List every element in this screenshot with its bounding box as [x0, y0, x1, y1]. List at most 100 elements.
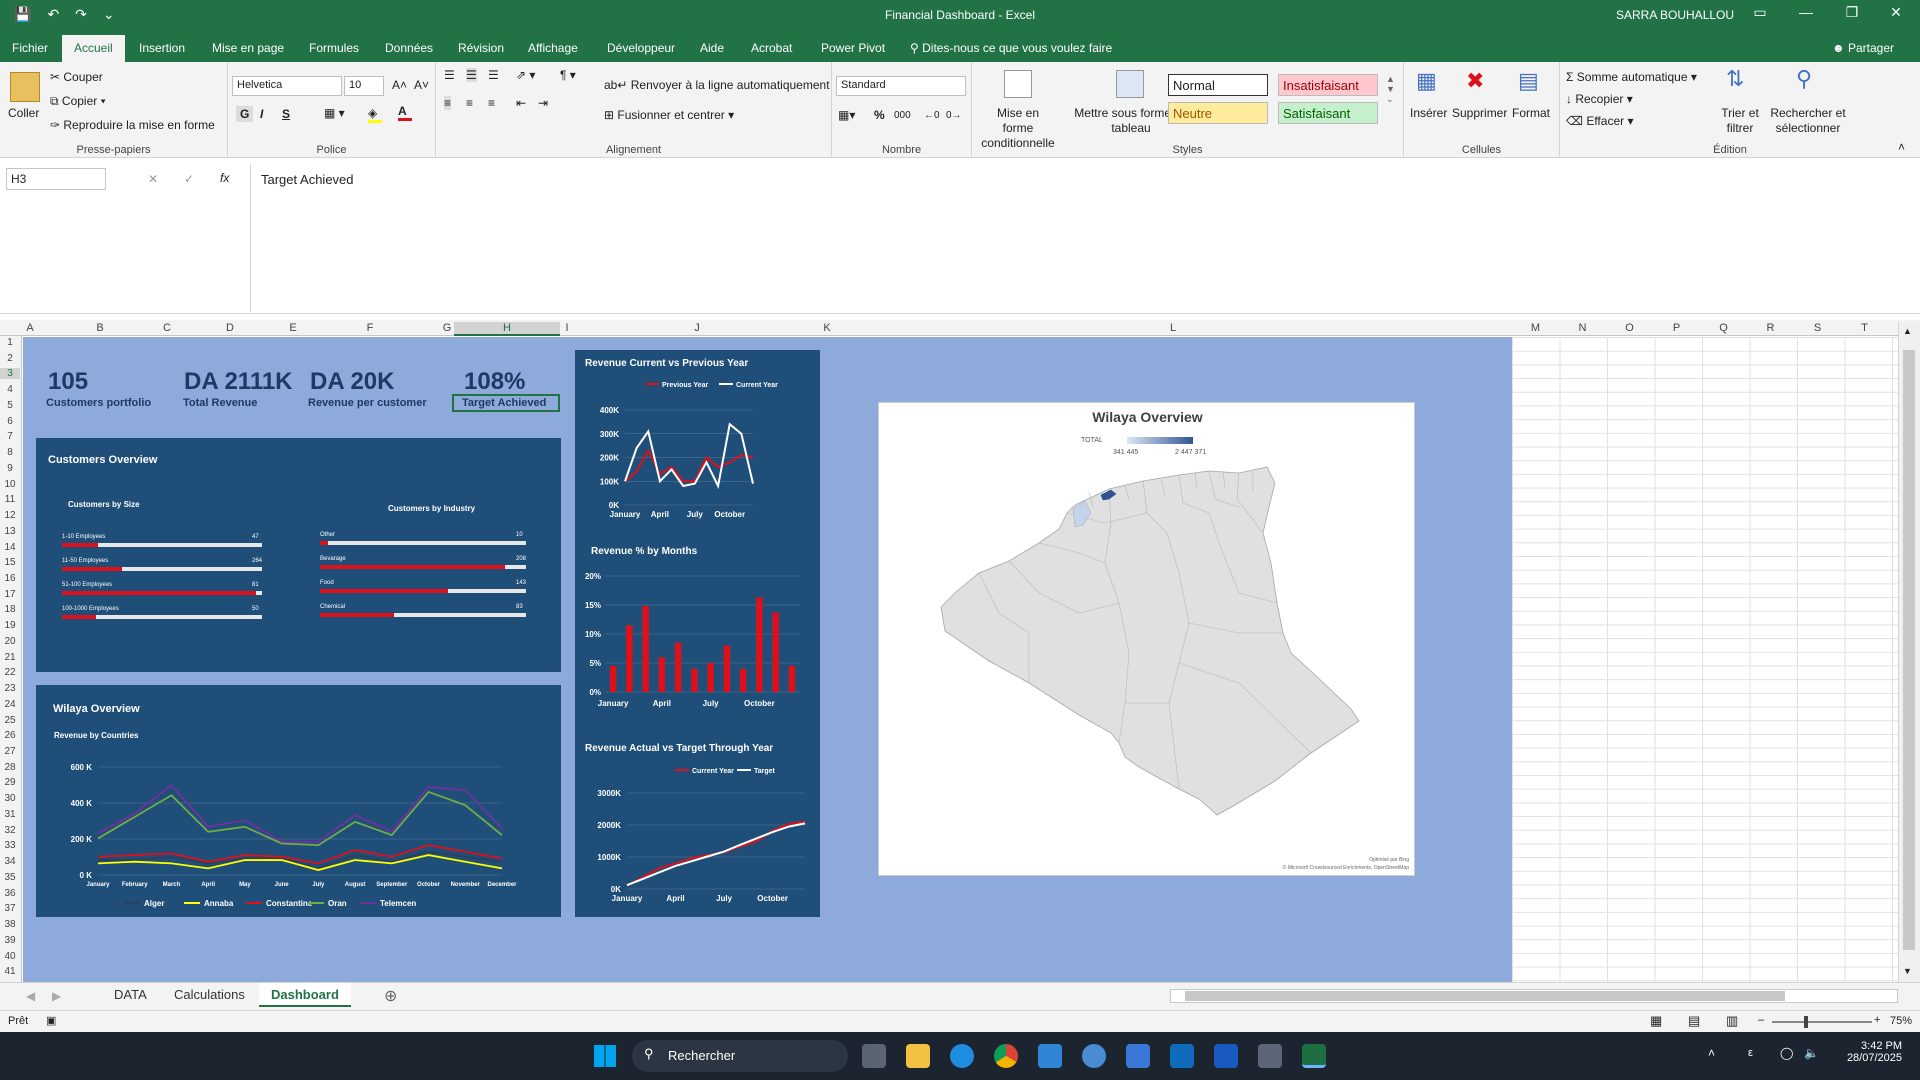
- borders-icon[interactable]: ▦ ▾: [324, 106, 345, 120]
- zoom-slider[interactable]: [1772, 1016, 1872, 1028]
- find-icon[interactable]: ⚲: [1796, 66, 1812, 92]
- column-header[interactable]: K: [820, 322, 834, 334]
- column-header[interactable]: T: [1841, 322, 1888, 334]
- bar-fill[interactable]: [320, 541, 329, 545]
- tab-aide[interactable]: Aide: [700, 41, 724, 55]
- column-header[interactable]: A: [24, 322, 36, 334]
- tab-acrobat[interactable]: Acrobat: [751, 41, 792, 55]
- row-header[interactable]: 37: [0, 903, 20, 914]
- row-header[interactable]: 25: [0, 715, 20, 726]
- kpi-revenue-label[interactable]: Total Revenue: [183, 397, 257, 409]
- column-header[interactable]: B: [40, 322, 160, 334]
- clear-button[interactable]: ⌫ Effacer ▾: [1566, 114, 1633, 128]
- format-table-icon[interactable]: [1116, 70, 1144, 98]
- cut-button[interactable]: ✂ Couper: [50, 70, 103, 84]
- task-view-icon[interactable]: [862, 1044, 886, 1068]
- kpi-rev-per-customer-label[interactable]: Revenue per customer: [308, 397, 427, 409]
- row-header[interactable]: 24: [0, 699, 20, 710]
- kpi-customers-value[interactable]: 105: [48, 368, 88, 396]
- share-button[interactable]: ☻ Partager: [1832, 41, 1894, 55]
- ribbon-display-icon[interactable]: ▭: [1740, 4, 1780, 21]
- decrease-indent-icon[interactable]: ⇤: [516, 96, 526, 110]
- column-header[interactable]: N: [1559, 322, 1606, 334]
- close-button[interactable]: ✕: [1876, 4, 1916, 21]
- sheet-tab-calculations[interactable]: Calculations: [162, 983, 257, 1007]
- underline-button[interactable]: S: [282, 107, 290, 121]
- row-header[interactable]: 27: [0, 746, 20, 757]
- row-header[interactable]: 17: [0, 589, 20, 600]
- row-header[interactable]: 41: [0, 966, 20, 977]
- row-header[interactable]: 40: [0, 951, 20, 962]
- thousands-icon[interactable]: 000: [894, 110, 911, 121]
- style-bad[interactable]: Insatisfaisant: [1278, 74, 1378, 96]
- format-painter-button[interactable]: ✑ Reproduire la mise en forme: [50, 118, 215, 132]
- column-header[interactable]: P: [1653, 322, 1700, 334]
- decrease-decimal-icon[interactable]: 0→: [946, 110, 962, 121]
- zoom-in-icon[interactable]: +: [1874, 1014, 1880, 1026]
- bar-fill[interactable]: [62, 567, 122, 571]
- sheet-tab-data[interactable]: DATA: [102, 983, 159, 1007]
- row-header[interactable]: 6: [0, 416, 20, 427]
- row-header[interactable]: 32: [0, 825, 20, 836]
- column-header[interactable]: F: [300, 322, 440, 334]
- orientation-icon[interactable]: ⇗ ▾: [516, 68, 535, 82]
- network-icon[interactable]: ◯: [1780, 1046, 1793, 1060]
- zoom-thumb[interactable]: [1804, 1016, 1808, 1028]
- row-header[interactable]: 9: [0, 463, 20, 474]
- format-button[interactable]: Format: [1512, 106, 1550, 120]
- column-header[interactable]: C: [160, 322, 174, 334]
- style-neutral[interactable]: Neutre: [1168, 102, 1268, 124]
- hscroll-thumb[interactable]: [1185, 991, 1785, 1001]
- prev-sheet-icon[interactable]: ◀: [26, 989, 35, 1003]
- language-indicator[interactable]: ε: [1748, 1047, 1753, 1059]
- bar-fill[interactable]: [62, 591, 256, 595]
- align-bottom-icon[interactable]: ☰: [488, 68, 499, 82]
- row-header[interactable]: 26: [0, 730, 20, 741]
- column-header[interactable]: J: [574, 322, 820, 334]
- kpi-target-label-selected-cell[interactable]: Target Achieved: [452, 394, 560, 412]
- row-header[interactable]: 15: [0, 557, 20, 568]
- italic-button[interactable]: I: [260, 107, 263, 121]
- bar-fill[interactable]: [62, 615, 96, 619]
- add-sheet-icon[interactable]: ⊕: [384, 986, 397, 1006]
- customers-overview-panel[interactable]: Customers Overview Customers by Size Cus…: [36, 438, 561, 672]
- horizontal-scrollbar[interactable]: [1170, 989, 1898, 1003]
- row-header[interactable]: 29: [0, 777, 20, 788]
- cancel-formula-icon[interactable]: ✕: [148, 172, 158, 186]
- delete-button[interactable]: Supprimer: [1452, 106, 1507, 120]
- settings-gear-icon[interactable]: [1082, 1044, 1106, 1068]
- taskbar-search[interactable]: ⚲ Rechercher: [632, 1040, 848, 1072]
- row-header[interactable]: 19: [0, 620, 20, 631]
- file-explorer-icon[interactable]: [906, 1044, 930, 1068]
- scroll-up-icon[interactable]: ▲: [1903, 326, 1912, 336]
- tab-affichage[interactable]: Affichage: [528, 41, 578, 55]
- normal-view-icon[interactable]: ▦: [1650, 1013, 1662, 1029]
- format-cells-icon[interactable]: ▤: [1518, 68, 1539, 94]
- column-header[interactable]: O: [1606, 322, 1653, 334]
- row-header[interactable]: 30: [0, 793, 20, 804]
- row-header[interactable]: 35: [0, 872, 20, 883]
- page-break-icon[interactable]: ▥: [1726, 1013, 1738, 1029]
- increase-decimal-icon[interactable]: ←0: [924, 110, 940, 121]
- row-header[interactable]: 36: [0, 888, 20, 899]
- merge-center-button[interactable]: ⊞ Fusionner et centrer ▾: [604, 108, 734, 122]
- chrome-icon[interactable]: [994, 1044, 1018, 1068]
- row-header[interactable]: 21: [0, 652, 20, 663]
- algeria-shape[interactable]: [940, 466, 1360, 816]
- tab-donnees[interactable]: Données: [385, 41, 433, 55]
- bold-button[interactable]: G: [236, 106, 254, 122]
- row-header[interactable]: 3: [0, 368, 20, 380]
- zoom-out-icon[interactable]: –: [1758, 1014, 1764, 1026]
- store-icon[interactable]: [1126, 1044, 1150, 1068]
- shrink-font-icon[interactable]: A˅: [414, 78, 429, 92]
- volume-icon[interactable]: 🔈: [1804, 1046, 1819, 1060]
- accounting-icon[interactable]: ▦▾: [838, 108, 855, 122]
- column-header-selected[interactable]: H: [454, 322, 560, 336]
- row-header[interactable]: 16: [0, 573, 20, 584]
- tab-insertion[interactable]: Insertion: [139, 41, 185, 55]
- align-center-icon[interactable]: ≡: [466, 96, 473, 110]
- row-header[interactable]: 11: [0, 494, 20, 505]
- align-right-icon[interactable]: ≡: [488, 96, 495, 110]
- copy-button[interactable]: ⧉ Copier ▾: [50, 94, 106, 109]
- vertical-scrollbar[interactable]: ▲ ▼: [1898, 322, 1920, 982]
